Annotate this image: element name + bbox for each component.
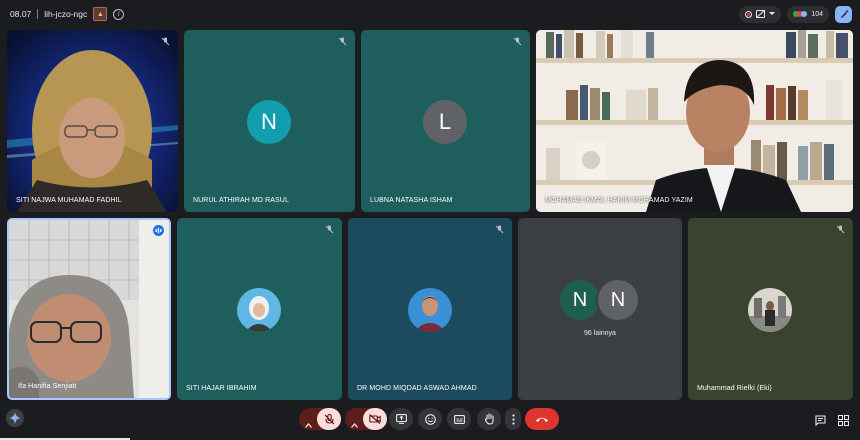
sparkle-icon bbox=[9, 412, 21, 424]
apps-grid-icon bbox=[838, 415, 849, 426]
mic-off-icon bbox=[337, 36, 348, 47]
participant-name: Muhammad Riefki (Eki) bbox=[697, 385, 772, 392]
activities-button[interactable] bbox=[838, 413, 849, 431]
call-end-icon bbox=[536, 417, 548, 422]
video-feed bbox=[536, 30, 853, 212]
host-controls-icon[interactable]: ▲ bbox=[93, 7, 108, 21]
participant-tile[interactable]: SITI NAJWA MUHAMAD FADHIL bbox=[7, 30, 178, 212]
meeting-info: 08.07 lih-jczo-ngc ▲ i bbox=[10, 6, 125, 22]
avatar: N bbox=[560, 280, 600, 320]
avatar: N bbox=[596, 278, 640, 322]
present-button[interactable] bbox=[389, 408, 413, 430]
participant-tile[interactable]: Ifa Hanifia Senjiati bbox=[7, 218, 171, 400]
avatar: L bbox=[423, 100, 467, 144]
mic-off-icon bbox=[324, 413, 334, 424]
participant-name: SITI HAJAR IBRAHIM bbox=[186, 385, 257, 392]
more-options-button[interactable] bbox=[505, 408, 521, 430]
others-tile[interactable]: N N 96 lainnya bbox=[518, 218, 682, 400]
captions-icon bbox=[453, 414, 465, 424]
participants-button[interactable]: 104 bbox=[787, 5, 829, 23]
reactions-button[interactable] bbox=[418, 408, 442, 430]
participant-name: DR MOHD MIQDAD ASWAD AHMAD bbox=[357, 385, 477, 392]
captions-button[interactable] bbox=[447, 408, 471, 430]
participant-name: NURUL ATHIRAH MD RASUL bbox=[193, 197, 289, 204]
chat-button[interactable] bbox=[815, 413, 826, 431]
chevron-up-icon[interactable] bbox=[305, 415, 312, 433]
mic-toggle-button[interactable] bbox=[317, 408, 341, 430]
avatar: N bbox=[247, 100, 291, 144]
mic-off-icon bbox=[512, 36, 523, 47]
bottom-toolbar bbox=[0, 402, 860, 440]
video-feed bbox=[9, 220, 169, 398]
participant-name: Ifa Hanifia Senjiati bbox=[18, 383, 77, 390]
participant-name: MOHAMAD IKMAL HAKIM MOHAMAD YAZIM bbox=[545, 197, 693, 204]
participant-tile[interactable]: MOHAMAD IKMAL HAKIM MOHAMAD YAZIM bbox=[536, 30, 853, 212]
divider bbox=[37, 9, 39, 19]
meeting-code[interactable]: lih-jczo-ngc bbox=[44, 9, 87, 19]
mic-off-icon bbox=[160, 36, 171, 47]
avatar bbox=[237, 288, 281, 332]
speaking-icon bbox=[153, 225, 164, 236]
mic-off-icon bbox=[494, 224, 505, 235]
avatar bbox=[408, 288, 452, 332]
participant-name: SITI NAJWA MUHAMAD FADHIL bbox=[16, 197, 122, 204]
chevron-up-icon[interactable] bbox=[351, 415, 358, 433]
mic-off-icon bbox=[835, 224, 846, 235]
more-vert-icon bbox=[511, 413, 515, 425]
others-count: 96 lainnya bbox=[584, 330, 616, 337]
info-icon[interactable]: i bbox=[113, 8, 125, 20]
leave-call-button[interactable] bbox=[525, 408, 559, 430]
recording-indicator[interactable] bbox=[739, 5, 782, 23]
raise-hand-button[interactable] bbox=[477, 408, 501, 430]
avatar bbox=[748, 288, 792, 332]
pencil-sparkle-icon bbox=[840, 9, 849, 18]
camera-toggle-button[interactable] bbox=[363, 408, 387, 430]
participant-name: LUBNA NATASHA ISHAM bbox=[370, 197, 453, 204]
mic-control-group bbox=[299, 408, 341, 430]
participant-tile[interactable]: Muhammad Riefki (Eki) bbox=[688, 218, 853, 400]
camera-off-icon bbox=[369, 414, 381, 424]
participant-tile[interactable]: N NURUL ATHIRAH MD RASUL bbox=[184, 30, 355, 212]
camera-control-group bbox=[345, 408, 387, 430]
top-bar: 08.07 lih-jczo-ngc ▲ i 104 bbox=[0, 0, 860, 28]
hand-icon bbox=[484, 413, 494, 425]
captions-off-icon bbox=[756, 10, 766, 18]
gemini-button[interactable] bbox=[6, 409, 24, 427]
mic-off-icon bbox=[324, 224, 335, 235]
chat-icon bbox=[815, 415, 826, 427]
participant-count: 104 bbox=[811, 10, 823, 18]
emoji-icon bbox=[424, 413, 436, 425]
top-right-controls: 104 bbox=[739, 5, 852, 23]
present-screen-icon bbox=[395, 414, 407, 424]
chevron-down-icon bbox=[769, 12, 776, 15]
people-icon bbox=[793, 11, 808, 17]
video-feed bbox=[7, 30, 178, 212]
participant-tile[interactable]: L LUBNA NATASHA ISHAM bbox=[361, 30, 530, 212]
participant-tile[interactable]: DR MOHD MIQDAD ASWAD AHMAD bbox=[348, 218, 512, 400]
participant-tile[interactable]: SITI HAJAR IBRAHIM bbox=[177, 218, 342, 400]
recording-icon bbox=[745, 10, 753, 18]
gemini-notes-button[interactable] bbox=[835, 5, 852, 23]
meeting-time: 08.07 bbox=[10, 9, 32, 19]
